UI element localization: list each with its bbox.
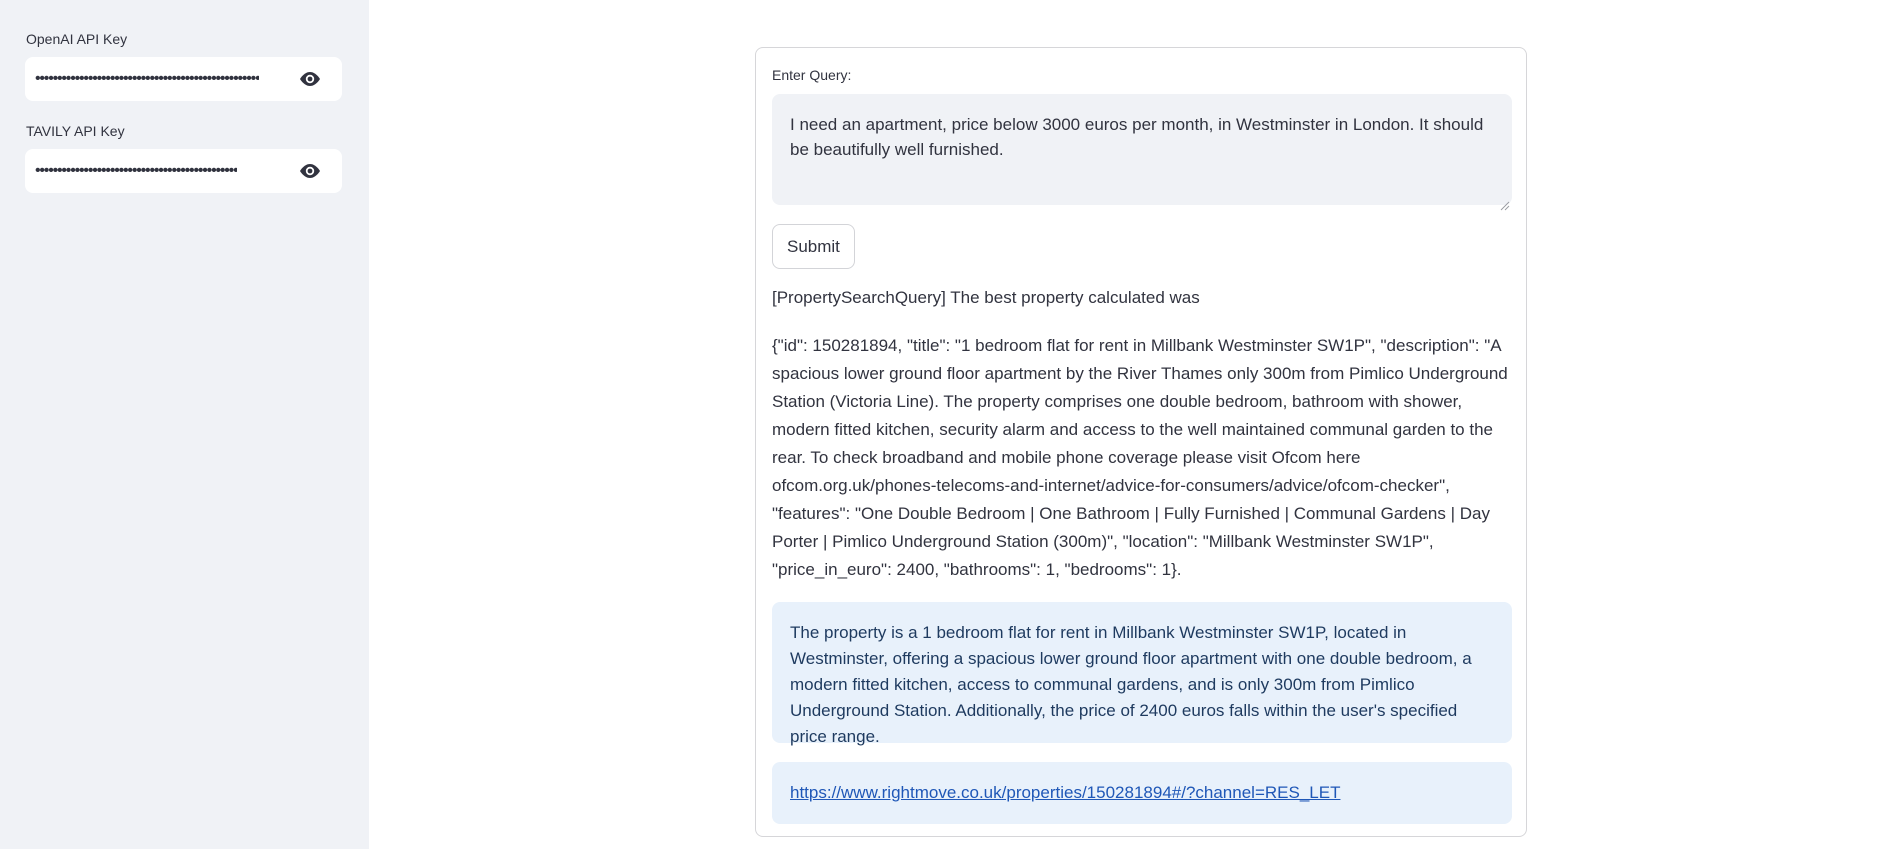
query-form-card: Enter Query: I need an apartment, price … — [755, 47, 1527, 837]
result-json-text: {"id": 150281894, "title": "1 bedroom fl… — [772, 336, 1508, 579]
tavily-key-label: TAVILY API Key — [26, 123, 125, 139]
property-link[interactable]: https://www.rightmove.co.uk/properties/1… — [790, 783, 1340, 802]
summary-text: The property is a 1 bedroom flat for ren… — [790, 623, 1472, 746]
eye-icon[interactable] — [298, 69, 322, 89]
tavily-key-masked-value: ••••••••••••••••••••••••••••••••••••••••… — [35, 162, 238, 179]
resize-handle-icon[interactable] — [1500, 193, 1510, 211]
app-root: OpenAI API Key •••••••••••••••••••••••••… — [0, 0, 1899, 849]
eye-icon[interactable] — [298, 161, 322, 181]
submit-button[interactable]: Submit — [772, 224, 855, 269]
openai-key-label: OpenAI API Key — [26, 31, 128, 47]
result-heading: [PropertySearchQuery] The best property … — [772, 288, 1200, 307]
openai-key-input[interactable]: ••••••••••••••••••••••••••••••••••••••••… — [25, 57, 342, 101]
link-info-box: https://www.rightmove.co.uk/properties/1… — [772, 762, 1512, 824]
openai-key-masked-value: ••••••••••••••••••••••••••••••••••••••••… — [35, 70, 260, 87]
summary-info-box: The property is a 1 bedroom flat for ren… — [772, 602, 1512, 746]
tavily-key-input[interactable]: ••••••••••••••••••••••••••••••••••••••••… — [25, 149, 342, 193]
sidebar: OpenAI API Key •••••••••••••••••••••••••… — [0, 0, 369, 849]
query-label: Enter Query: — [772, 67, 852, 83]
query-textarea[interactable]: I need an apartment, price below 3000 eu… — [772, 94, 1512, 211]
query-text: I need an apartment, price below 3000 eu… — [790, 115, 1484, 159]
